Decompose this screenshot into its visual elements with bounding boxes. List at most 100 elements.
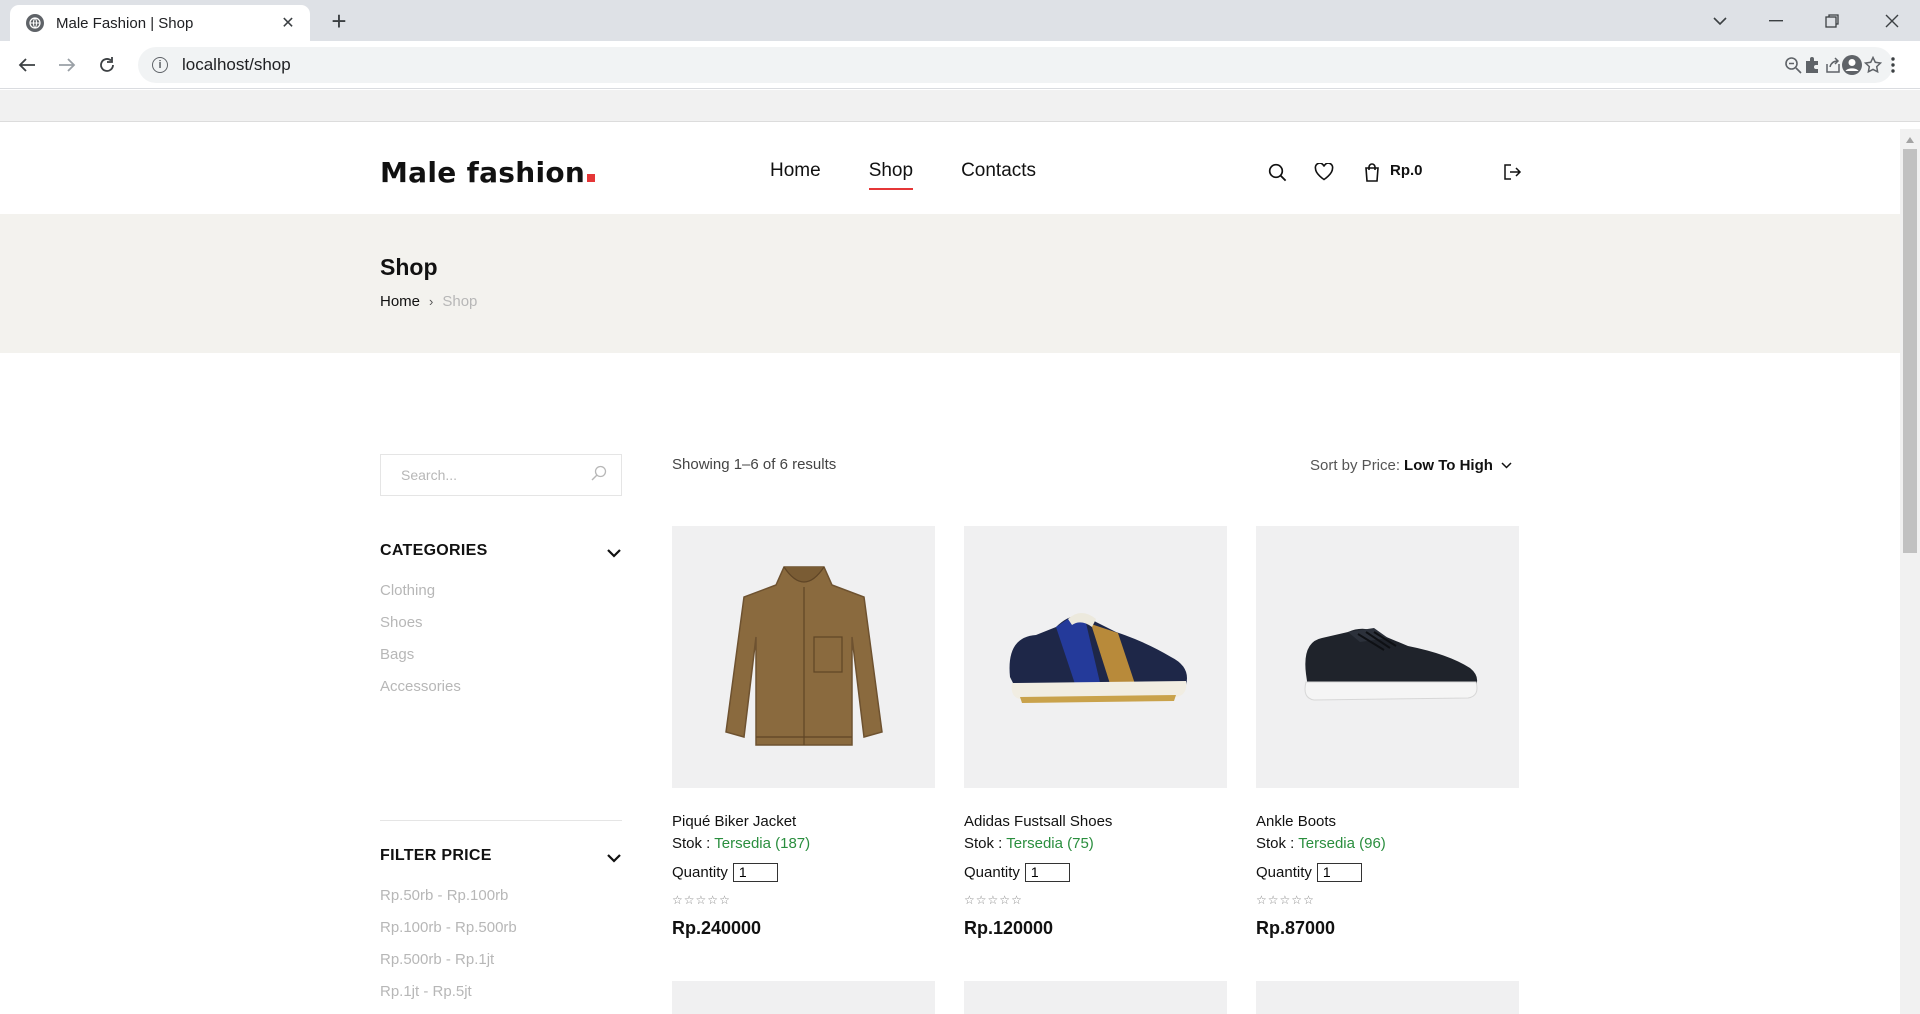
quantity-row: Quantity <box>964 859 1227 885</box>
browser-toolbar: i localhost/shop <box>0 41 1920 89</box>
logout-icon[interactable] <box>1500 160 1524 184</box>
stock-label: Stok : <box>1256 835 1295 852</box>
product-name[interactable]: Adidas Fustsall Shoes <box>964 813 1227 835</box>
stock-label: Stok : <box>964 835 1003 852</box>
forward-icon[interactable] <box>50 48 84 82</box>
scroll-up-arrow-icon[interactable] <box>1906 137 1914 143</box>
shopping-bag-icon[interactable] <box>1360 160 1384 184</box>
star-icon: ☆ <box>672 893 683 907</box>
breadcrumb: Home › Shop <box>380 293 477 310</box>
product-image-sneaker[interactable] <box>964 526 1227 788</box>
product-price: Rp.120000 <box>964 918 1054 938</box>
site-info-icon[interactable]: i <box>152 57 168 73</box>
breadcrumb-home[interactable]: Home <box>380 293 420 310</box>
address-bar[interactable]: i localhost/shop <box>138 47 1893 83</box>
nav-contacts[interactable]: Contacts <box>961 160 1036 190</box>
quantity-label: Quantity <box>1256 863 1312 881</box>
price-range-option[interactable]: Rp.50rb - Rp.100rb <box>380 886 517 918</box>
product-image-placeholder[interactable] <box>964 981 1227 1014</box>
shop-search-input[interactable] <box>401 467 591 483</box>
product-card[interactable]: Piqué Biker Jacket Stok : Tersedia (187)… <box>672 526 935 939</box>
sort-dropdown[interactable]: Sort by Price: Low To High <box>1310 457 1513 474</box>
chevron-down-icon[interactable] <box>606 545 622 561</box>
quantity-label: Quantity <box>672 863 728 881</box>
price-filter-list: Rp.50rb - Rp.100rb Rp.100rb - Rp.500rb R… <box>380 886 517 1014</box>
restore-button[interactable] <box>1804 0 1860 41</box>
quantity-input[interactable] <box>1316 862 1362 882</box>
product-image-placeholder[interactable] <box>672 981 935 1014</box>
star-icon: ☆ <box>999 893 1011 907</box>
nav-shop[interactable]: Shop <box>868 160 914 190</box>
product-price: Rp.87000 <box>1256 918 1336 938</box>
star-icon: ☆ <box>987 893 999 907</box>
product-card[interactable]: Adidas Fustsall Shoes Stok : Tersedia (7… <box>964 526 1227 939</box>
breadcrumb-current: Shop <box>442 293 478 310</box>
quantity-input[interactable] <box>732 862 778 882</box>
profile-avatar-icon[interactable] <box>1835 48 1869 82</box>
browser-tab-bar: Male Fashion | Shop ✕ + <box>0 0 1920 41</box>
product-name[interactable]: Ankle Boots <box>1256 813 1519 835</box>
stock-status: Tersedia (75) <box>1006 835 1094 852</box>
price-range-option[interactable]: Rp.500rb - Rp.1jt <box>380 950 517 982</box>
price-range-option[interactable]: Rp.100rb - Rp.500rb <box>380 918 517 950</box>
product-image-boots[interactable] <box>1256 526 1519 788</box>
result-count: Showing 1–6 of 6 results <box>672 456 837 473</box>
site-header: Male fashion Home Shop Contacts Rp.0 <box>0 129 1900 214</box>
reload-icon[interactable] <box>90 48 124 82</box>
star-icon: ☆ <box>683 893 695 907</box>
category-accessories[interactable]: Accessories <box>380 677 461 709</box>
sidebar-divider <box>380 820 622 821</box>
back-icon[interactable] <box>10 48 44 82</box>
quantity-input[interactable] <box>1024 862 1070 882</box>
page-viewport: Male fashion Home Shop Contacts Rp.0 Sho… <box>0 129 1900 1014</box>
cart-total[interactable]: Rp.0 <box>1390 162 1423 179</box>
categories-title[interactable]: CATEGORIES <box>380 542 488 560</box>
categories-list: Clothing Shoes Bags Accessories <box>380 581 461 709</box>
stock-label: Stok : <box>672 835 711 852</box>
browser-tab[interactable]: Male Fashion | Shop ✕ <box>10 5 310 41</box>
page-scrollbar[interactable] <box>1900 129 1920 1014</box>
star-icon: ☆ <box>1303 893 1314 907</box>
category-bags[interactable]: Bags <box>380 645 461 677</box>
chevron-down-icon[interactable] <box>606 850 622 866</box>
globe-icon <box>26 14 44 32</box>
product-stock: Stok : Tersedia (96) <box>1256 835 1519 859</box>
stock-status: Tersedia (187) <box>714 835 811 852</box>
shoe-illustration <box>1304 628 1477 701</box>
star-icon: ☆ <box>1279 893 1291 907</box>
price-range-option[interactable]: Rp.1jt - Rp.5jt <box>380 982 517 1014</box>
jacket-illustration <box>724 566 883 746</box>
search-submit-icon[interactable] <box>591 465 607 486</box>
scrollbar-thumb[interactable] <box>1903 149 1917 553</box>
site-logo[interactable]: Male fashion <box>380 156 596 189</box>
tab-search-icon[interactable] <box>1692 0 1748 41</box>
new-tab-button[interactable]: + <box>325 8 353 36</box>
product-price: Rp.240000 <box>672 918 762 938</box>
nav-home[interactable]: Home <box>770 160 821 190</box>
sort-value[interactable]: Low To High <box>1404 457 1493 474</box>
product-image-placeholder[interactable] <box>1256 981 1519 1014</box>
filter-price-title[interactable]: FILTER PRICE <box>380 847 492 865</box>
quantity-row: Quantity <box>672 859 935 885</box>
category-shoes[interactable]: Shoes <box>380 613 461 645</box>
stock-status: Tersedia (96) <box>1298 835 1386 852</box>
url-text[interactable]: localhost/shop <box>182 55 1773 75</box>
browser-menu-icon[interactable] <box>1876 48 1910 82</box>
chevron-down-icon[interactable] <box>1501 460 1513 472</box>
product-card[interactable]: Ankle Boots Stok : Tersedia (96) Quantit… <box>1256 526 1519 939</box>
chevron-right-icon: › <box>429 294 434 309</box>
heart-icon[interactable] <box>1312 160 1336 184</box>
search-icon[interactable] <box>1265 160 1289 184</box>
rating-stars: ☆ ☆ ☆ ☆ ☆ <box>672 893 935 909</box>
star-icon: ☆ <box>1291 893 1303 907</box>
product-name[interactable]: Piqué Biker Jacket <box>672 813 935 835</box>
star-icon: ☆ <box>695 893 707 907</box>
minimize-button[interactable] <box>1748 0 1804 41</box>
logo-dot <box>587 174 596 182</box>
rating-stars: ☆ ☆ ☆ ☆ ☆ <box>964 893 1227 909</box>
product-image-jacket[interactable] <box>672 526 935 788</box>
close-window-button[interactable] <box>1864 0 1920 41</box>
tab-close-icon[interactable]: ✕ <box>278 13 298 33</box>
extensions-icon[interactable] <box>1795 48 1829 82</box>
category-clothing[interactable]: Clothing <box>380 581 461 613</box>
